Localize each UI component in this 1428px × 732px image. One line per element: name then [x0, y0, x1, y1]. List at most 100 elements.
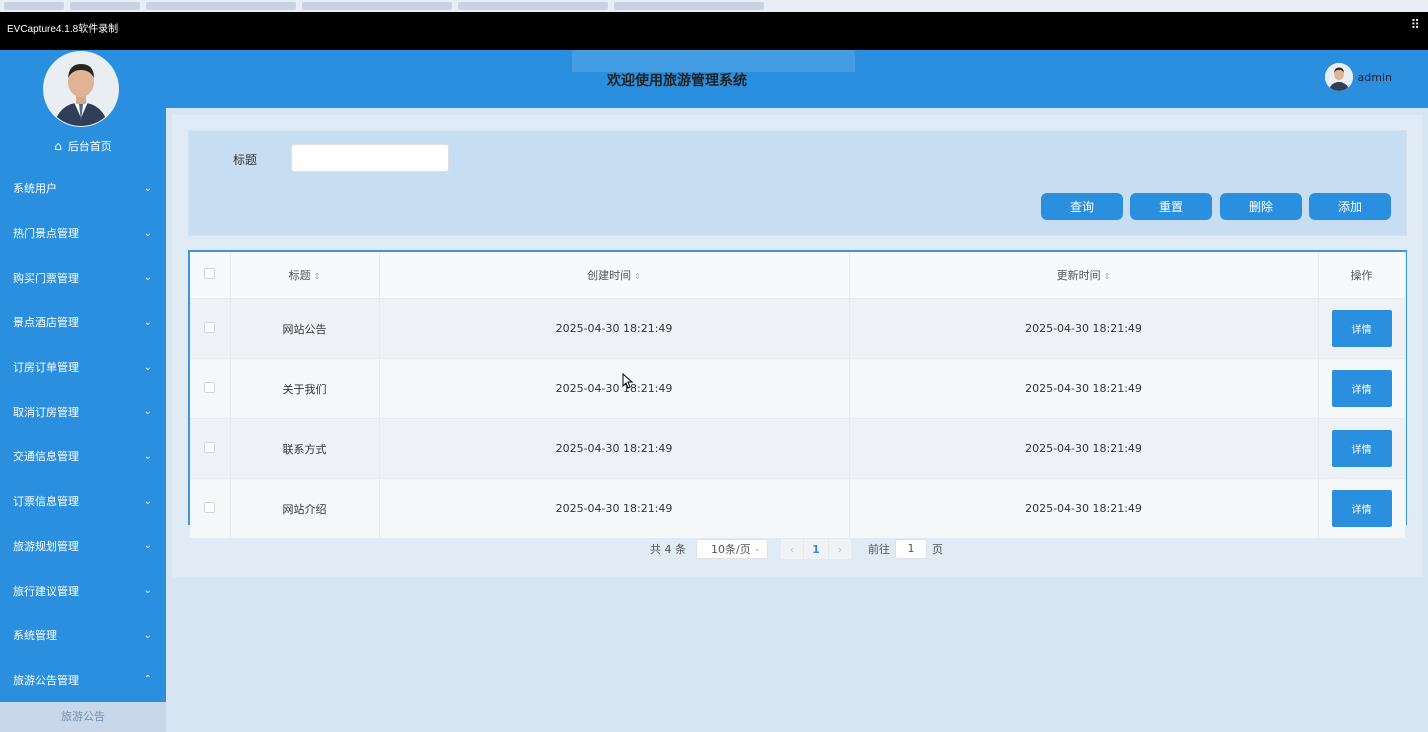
column-header-title[interactable]: 标题 ⇕ [230, 252, 380, 299]
sidebar-item-label: 取消订房管理 [13, 405, 79, 419]
cell-updated: 2025-04-30 18:21:49 [849, 358, 1319, 419]
goto-suffix: 页 [932, 543, 943, 556]
next-page-button[interactable]: › [829, 539, 851, 559]
mouse-cursor-icon [622, 373, 634, 389]
expand-icon[interactable]: ⠿ [1410, 18, 1420, 33]
sidebar-home-label: 后台首页 [67, 140, 112, 153]
page-size-select[interactable]: 10条/页 ⌄ [696, 539, 768, 559]
chevron-down-icon: ⌄ [143, 227, 152, 239]
cell-updated: 2025-04-30 18:21:49 [849, 418, 1319, 479]
column-header-action: 操作 [1318, 252, 1406, 299]
home-icon: ⌂ [54, 139, 62, 153]
sidebar-item-label: 旅游公告管理 [13, 673, 79, 687]
table-header-row: 标题 ⇕ 创建时间 ⇕ 更新时间 ⇕ 操作 [190, 252, 1406, 299]
sidebar-item-label: 订票信息管理 [13, 495, 79, 509]
chevron-down-icon: ⌄ [143, 495, 152, 507]
sidebar-item-booking-info[interactable]: 订票信息管理 ⌄ [0, 479, 166, 524]
sidebar-item-traffic-info[interactable]: 交通信息管理 ⌄ [0, 434, 166, 479]
search-title-input[interactable] [291, 144, 449, 172]
cell-updated: 2025-04-30 18:21:49 [849, 478, 1319, 538]
sidebar-item-label: 订房订单管理 [13, 361, 79, 375]
chevron-down-icon: ⌄ [143, 316, 152, 328]
cell-title: 联系方式 [230, 418, 380, 479]
cell-created: 2025-04-30 18:21:49 [379, 418, 850, 479]
sidebar-home-link[interactable]: ⌂ 后台首页 [0, 138, 166, 154]
query-button[interactable]: 查询 [1041, 193, 1123, 220]
page-size-value: 10条/页 [711, 543, 751, 556]
sidebar-item-ticket-purchase[interactable]: 购买门票管理 ⌄ [0, 255, 166, 300]
page-title: 欢迎使用旅游管理系统 [607, 73, 747, 89]
sort-icon[interactable]: ⇕ [634, 272, 641, 281]
row-checkbox[interactable] [204, 441, 216, 453]
sidebar-item-system-users[interactable]: 系统用户 ⌄ [0, 166, 166, 211]
sidebar-menu: 系统用户 ⌄ 热门景点管理 ⌄ 购买门票管理 ⌄ 景点酒店管理 ⌄ 订房订单管理 ⌄ 取消… [0, 166, 166, 702]
detail-button[interactable]: 详情 [1331, 430, 1392, 467]
delete-button[interactable]: 删除 [1220, 193, 1302, 220]
chevron-down-icon: ⌄ [753, 544, 761, 554]
table-row: 联系方式 2025-04-30 18:21:49 2025-04-30 18:2… [190, 418, 1406, 479]
sort-icon[interactable]: ⇕ [1104, 272, 1111, 281]
sidebar-subitem-announcement[interactable]: 旅游公告 [0, 702, 166, 732]
sidebar-item-announcements[interactable]: 旅游公告管理 ⌃ [0, 658, 166, 703]
sidebar-item-travel-plans[interactable]: 旅游规划管理 ⌄ [0, 524, 166, 569]
column-header-label: 更新时间 [1056, 269, 1101, 282]
add-button[interactable]: 添加 [1309, 193, 1391, 220]
pagination-total: 共 4 条 [650, 543, 686, 556]
column-header-updated[interactable]: 更新时间 ⇕ [849, 252, 1319, 299]
reset-button[interactable]: 重置 [1130, 193, 1212, 220]
row-checkbox[interactable] [204, 501, 216, 513]
sidebar-item-label: 热门景点管理 [13, 227, 79, 241]
sidebar-item-label: 旅行建议管理 [13, 584, 79, 598]
sidebar-item-room-orders[interactable]: 订房订单管理 ⌄ [0, 345, 166, 390]
cell-created: 2025-04-30 18:21:49 [379, 358, 850, 419]
column-header-created[interactable]: 创建时间 ⇕ [379, 252, 850, 299]
sidebar-item-cancel-orders[interactable]: 取消订房管理 ⌄ [0, 389, 166, 434]
pagination: 共 4 条 10条/页 ⌄ ‹ 1 › 前往 1 页 [650, 538, 943, 560]
select-all-cell[interactable] [190, 252, 231, 299]
goto-page-input[interactable]: 1 [895, 539, 927, 559]
sidebar-item-label: 系统管理 [13, 629, 57, 643]
select-all-checkbox[interactable] [204, 268, 216, 279]
cell-updated: 2025-04-30 18:21:49 [849, 298, 1319, 359]
current-page[interactable]: 1 [804, 539, 828, 559]
sidebar: ⌂ 后台首页 系统用户 ⌄ 热门景点管理 ⌄ 购买门票管理 ⌄ 景点酒店管理 ⌄ 订房订单… [0, 50, 166, 732]
sidebar-item-hot-attractions[interactable]: 热门景点管理 ⌄ [0, 211, 166, 256]
prev-page-button[interactable]: ‹ [781, 539, 803, 559]
chevron-down-icon: ⌄ [143, 540, 152, 552]
sidebar-item-label: 购买门票管理 [13, 271, 79, 285]
user-menu[interactable]: admin [1324, 63, 1392, 91]
cell-title: 网站公告 [230, 298, 380, 359]
top-header: 欢迎使用旅游管理系统 admin [166, 50, 1428, 108]
sidebar-item-label: 旅游规划管理 [13, 539, 79, 553]
row-checkbox[interactable] [204, 321, 216, 333]
chevron-down-icon: ⌄ [143, 361, 152, 373]
detail-button[interactable]: 详情 [1331, 310, 1392, 347]
row-checkbox[interactable] [204, 381, 216, 393]
table-row: 网站介绍 2025-04-30 18:21:49 2025-04-30 18:2… [190, 478, 1406, 538]
cell-created: 2025-04-30 18:21:49 [379, 478, 850, 538]
column-header-label: 创建时间 [587, 269, 632, 282]
sidebar-item-hotels[interactable]: 景点酒店管理 ⌄ [0, 300, 166, 345]
cell-title: 关于我们 [230, 358, 380, 419]
username: admin [1357, 70, 1392, 84]
chevron-down-icon: ⌄ [143, 182, 152, 194]
table-row: 网站公告 2025-04-30 18:21:49 2025-04-30 18:2… [190, 298, 1406, 359]
table-row: 关于我们 2025-04-30 18:21:49 2025-04-30 18:2… [190, 358, 1406, 419]
avatar [1324, 63, 1353, 91]
chevron-down-icon: ⌄ [143, 406, 152, 418]
cell-created: 2025-04-30 18:21:49 [379, 298, 850, 359]
avatar [44, 52, 118, 126]
sidebar-item-travel-tips[interactable]: 旅行建议管理 ⌄ [0, 568, 166, 613]
detail-button[interactable]: 详情 [1331, 370, 1392, 407]
column-header-label: 标题 [288, 269, 311, 282]
chevron-down-icon: ⌄ [143, 272, 152, 284]
window-title: EVCapture4.1.8软件录制 [7, 24, 119, 35]
chevron-down-icon: ⌄ [143, 450, 152, 462]
sidebar-item-label: 交通信息管理 [13, 450, 79, 464]
recorder-title-bar: EVCapture4.1.8软件录制 ⠿ [0, 12, 1428, 50]
detail-button[interactable]: 详情 [1331, 490, 1392, 527]
sidebar-item-system-admin[interactable]: 系统管理 ⌄ [0, 613, 166, 658]
header-ghost-overlay [572, 50, 855, 72]
chevron-down-icon: ⌄ [143, 585, 152, 597]
sort-icon[interactable]: ⇕ [314, 272, 321, 281]
